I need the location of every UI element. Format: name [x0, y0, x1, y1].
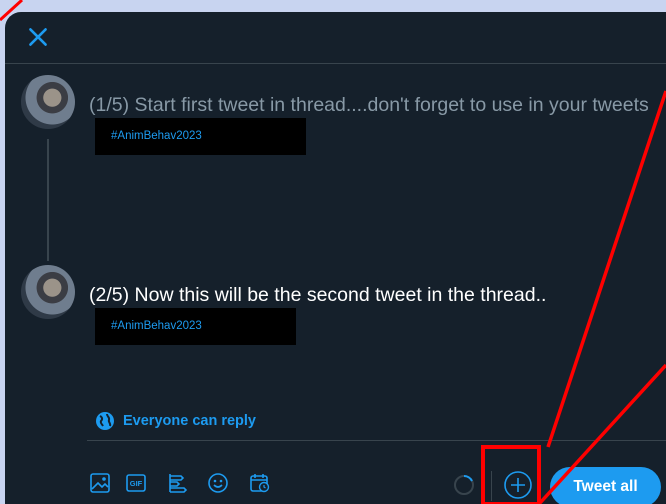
tweet-2-body: (2/5) Now this will be the second tweet …	[89, 284, 547, 306]
tweet-2-text[interactable]: (2/5) Now this will be the second tweet …	[89, 283, 569, 345]
hashtag: #AnimBehav2023	[111, 130, 202, 142]
tweet-1-body: (1/5) Start first tweet in thread....don…	[89, 94, 649, 116]
close-icon[interactable]	[25, 24, 51, 50]
toolbar-divider	[87, 440, 666, 441]
image-icon[interactable]	[87, 470, 113, 496]
add-tweet-icon[interactable]	[503, 470, 533, 500]
emoji-icon[interactable]	[205, 470, 231, 496]
hashtag: #AnimBehav2023	[111, 320, 202, 332]
tweet-all-label: Tweet all	[573, 478, 638, 495]
avatar[interactable]	[21, 265, 75, 319]
character-count-ring	[454, 475, 474, 495]
hashtag-redaction-box: #AnimBehav2023	[95, 308, 296, 345]
avatar[interactable]	[21, 75, 75, 129]
reply-setting-label: Everyone can reply	[123, 413, 256, 429]
reply-setting-button[interactable]: Everyone can reply	[95, 410, 256, 432]
poll-icon[interactable]	[165, 470, 191, 496]
tweet-1-text[interactable]: (1/5) Start first tweet in thread....don…	[89, 93, 664, 155]
tweet-all-button[interactable]: Tweet all	[550, 467, 661, 504]
compose-thread-modal: (1/5) Start first tweet in thread....don…	[5, 12, 666, 504]
gif-icon[interactable]: GIF	[123, 470, 149, 496]
hashtag-redaction-box: #AnimBehav2023	[95, 118, 306, 155]
gif-label: GIF	[129, 478, 143, 488]
schedule-icon[interactable]	[247, 470, 273, 496]
toolbar-separator	[491, 471, 492, 501]
globe-icon	[96, 412, 114, 430]
modal-header	[5, 12, 666, 64]
thread-connector-line	[47, 139, 49, 261]
